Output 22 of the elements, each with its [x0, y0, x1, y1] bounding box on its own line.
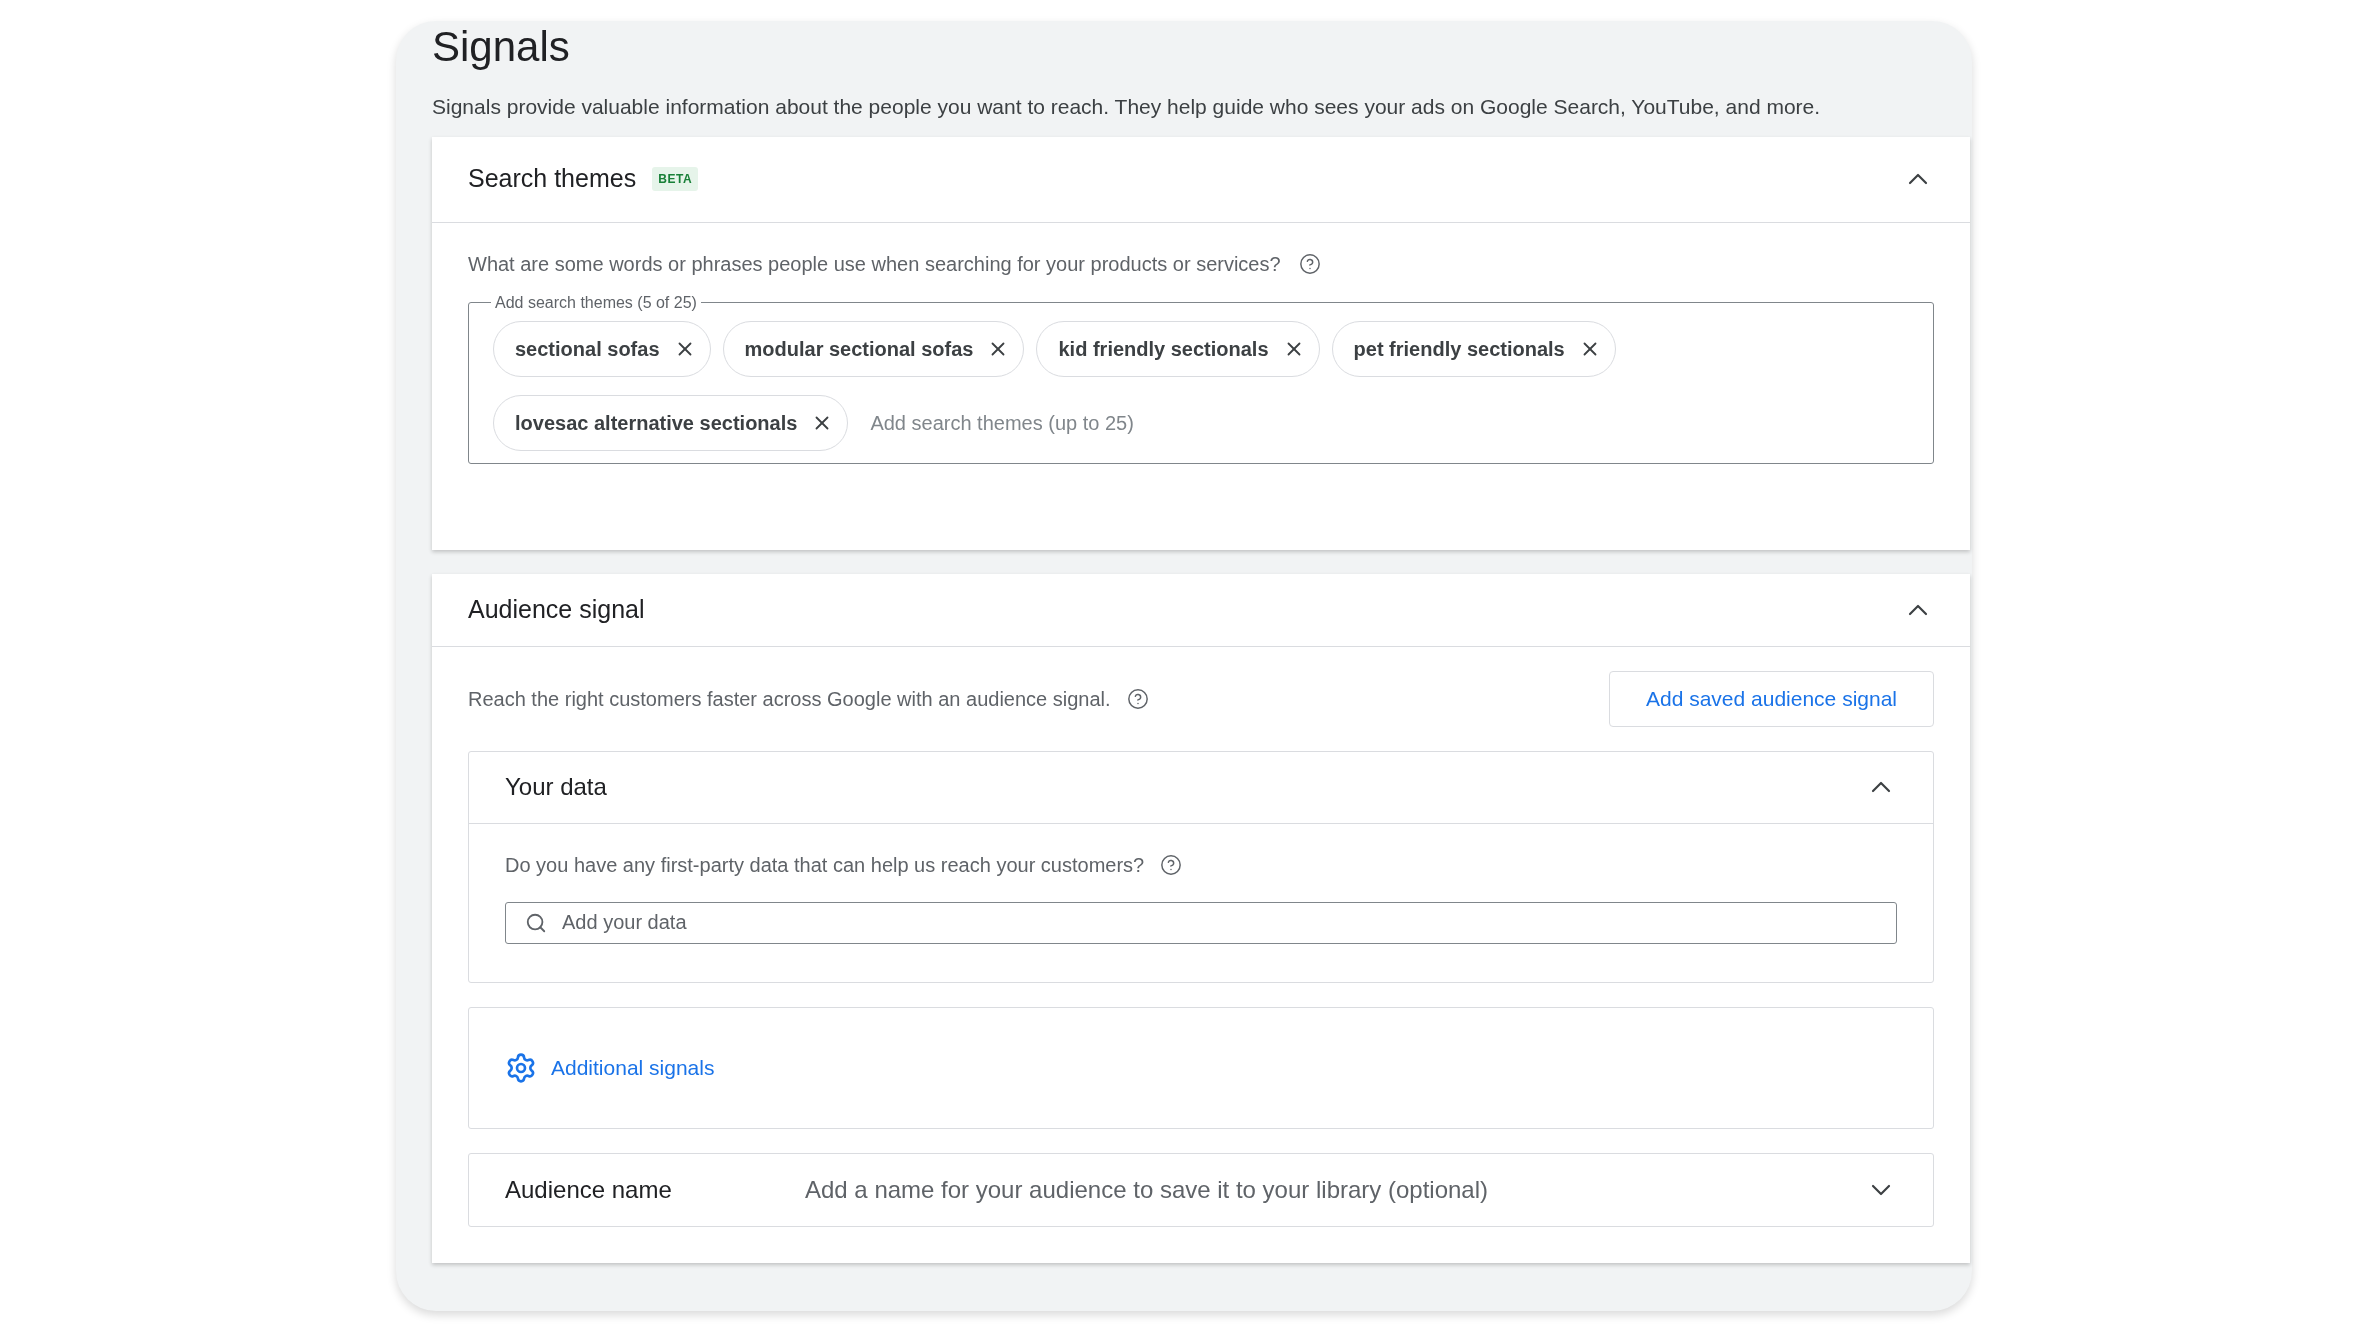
beta-badge: BETA: [652, 167, 699, 191]
help-icon[interactable]: [1160, 853, 1183, 876]
placeholder-text: Add a name for your audience to save it to your library (optional): [805, 1174, 1490, 1205]
section-title: Your data: [505, 772, 607, 802]
question-text: What are some words or phrases people use when searching for your products or services?: [468, 251, 1281, 277]
additional-signals-link[interactable]: Additional signals: [505, 1051, 715, 1084]
section-title: Audience signal: [468, 593, 645, 625]
section-title: Search themes: [468, 163, 637, 195]
input-field[interactable]: Add search themes (up to 25): [870, 407, 1291, 438]
question-text: Do you have any first-party data that can help us reach your customers?: [505, 852, 1145, 878]
search-field[interactable]: Add your data: [505, 901, 1897, 944]
add-saved-audience-signal-button[interactable]: Add saved audience signal: [1609, 670, 1934, 727]
field-label: Audience name: [505, 1174, 673, 1205]
search-icon: [525, 911, 547, 934]
description-text: Reach the right customers faster across Google with an audience signal.: [468, 686, 1111, 712]
help-icon[interactable]: [1126, 687, 1149, 710]
help-icon[interactable]: [1298, 252, 1321, 275]
audience-name-row[interactable]: Audience name Add a name for your audience to save it to your library (optional): [468, 1152, 1934, 1227]
page-description: Signals provide valuable information about the people you want to reach. They help guide who sees your ads on Google Search, YouTube, and more.: [432, 94, 1822, 120]
field-label: Add search themes (5 of 25): [494, 292, 698, 313]
gear-icon: [505, 1051, 537, 1084]
page-title: Signals: [432, 23, 571, 71]
